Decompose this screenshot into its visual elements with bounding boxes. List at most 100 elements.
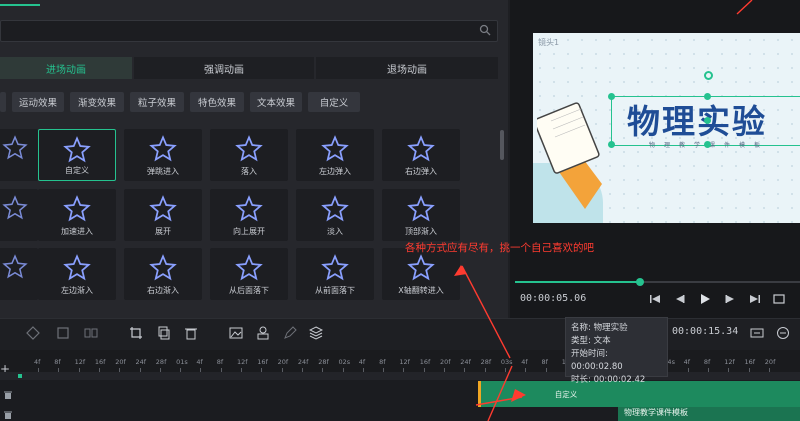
effect-cell[interactable]: 左边渐入 (38, 248, 116, 300)
crop-icon[interactable] (129, 326, 143, 340)
timeline-clip[interactable]: 物理教学课件模板 (618, 407, 800, 421)
keyframe-icon[interactable] (26, 326, 40, 340)
next-frame-icon[interactable] (723, 292, 737, 306)
effect-label: X轴翻转进入 (398, 286, 444, 295)
effect-label: 淡入 (327, 227, 343, 236)
ruler-label: 02s (338, 358, 351, 366)
resize-handle[interactable] (608, 141, 615, 148)
effect-cell[interactable]: 从前面落下 (296, 248, 374, 300)
resize-handle[interactable] (704, 141, 711, 148)
progress-fill (515, 281, 639, 283)
tab-entrance[interactable]: 进场动画 (0, 57, 132, 79)
effect-label: 从前面落下 (315, 286, 355, 295)
effect-cell[interactable]: 右边渐入 (124, 248, 202, 300)
effect-cell[interactable]: 落入 (210, 129, 288, 181)
current-time: 00:00:05.06 (520, 293, 587, 304)
clip-tooltip: 名称: 物理实验 类型: 文本 开始时间: 00:00:02.80 时长: 00… (565, 317, 668, 385)
effect-cell[interactable]: 顶部渐入 (382, 189, 460, 241)
search-icon[interactable] (479, 24, 491, 36)
total-time: 00:00:15.34 (672, 326, 739, 337)
effect-cell[interactable]: X轴翻转进入 (382, 248, 460, 300)
chip-text[interactable]: 文本效果 (250, 92, 302, 112)
trash-icon[interactable] (3, 390, 13, 400)
ruler-label: 16f (94, 358, 106, 366)
preview-canvas[interactable]: 镜头1 物理实验 物理教学课件模板 (533, 33, 800, 223)
effect-label: 弹跳进入 (147, 167, 179, 176)
canvas-title[interactable]: 物理实验 (627, 95, 767, 143)
ruler-label: 8f (703, 358, 711, 366)
mirror-label: 镜头1 (538, 38, 560, 47)
rotate-handle[interactable] (704, 71, 713, 80)
effect-label: 左边渐入 (61, 286, 93, 295)
resize-handle[interactable] (608, 93, 615, 100)
ruler-label: 8f (216, 358, 224, 366)
play-icon[interactable] (698, 292, 712, 306)
chip-cut[interactable] (0, 92, 6, 112)
clip-label: 自定义 (554, 390, 578, 399)
notebook-illustration (537, 102, 602, 209)
chip-particle[interactable]: 粒子效果 (130, 92, 184, 112)
ruler-label: 4f (521, 358, 528, 366)
timeline-ruler[interactable]: 4f 8f 12f 16f 20f 24f 28f 01s 4f 8f 12f 16f 20f 24f 28… (0, 350, 800, 372)
effect-cell[interactable]: 右边弹入 (382, 129, 460, 181)
layers-icon[interactable] (309, 326, 323, 340)
search-input[interactable] (0, 20, 498, 42)
prev-frame-icon[interactable] (673, 292, 687, 306)
star-icon (149, 254, 177, 281)
effect-cell[interactable]: 左边弹入 (296, 129, 374, 181)
mirror-icon[interactable] (84, 326, 98, 340)
star-icon (235, 195, 263, 222)
effect-label: 加速进入 (61, 227, 93, 236)
chip-motion[interactable]: 运动效果 (12, 92, 64, 112)
star-icon (235, 135, 263, 162)
effect-cell[interactable] (0, 189, 38, 241)
effect-cell[interactable] (0, 129, 38, 181)
resize-handle[interactable] (704, 117, 711, 124)
trash-icon[interactable] (3, 410, 13, 420)
effect-cell[interactable]: 淡入 (296, 189, 374, 241)
zoom-out-icon[interactable] (776, 326, 790, 340)
scrollbar[interactable] (500, 130, 504, 160)
frame-icon[interactable] (56, 326, 70, 340)
effect-cell[interactable]: 向上展开 (210, 189, 288, 241)
delete-icon[interactable] (184, 326, 198, 340)
effect-cell[interactable]: 自定义 (38, 129, 116, 181)
ruler-label: 12f (74, 358, 86, 366)
ruler-label: 20f (277, 358, 289, 366)
ruler-label: 16f (419, 358, 431, 366)
tab-exit[interactable]: 退场动画 (316, 57, 498, 79)
stamp-icon[interactable] (256, 326, 270, 340)
ruler-label: 24f (135, 358, 147, 366)
resize-handle[interactable] (704, 93, 711, 100)
skip-start-icon[interactable] (648, 292, 662, 306)
ruler-label: 12f (724, 358, 735, 366)
effect-cell[interactable] (0, 248, 38, 300)
star-icon (235, 254, 263, 281)
star-icon (149, 135, 177, 162)
skip-end-icon[interactable] (748, 292, 762, 306)
ruler-label: 20f (115, 358, 126, 366)
ruler-label: 28f (318, 358, 329, 366)
effect-cell[interactable]: 从后面落下 (210, 248, 288, 300)
track-row (0, 372, 800, 380)
tab-emphasis[interactable]: 强调动画 (134, 57, 314, 79)
image-icon[interactable] (229, 326, 243, 340)
chip-special[interactable]: 特色效果 (190, 92, 244, 112)
star-icon (407, 254, 435, 281)
edit-icon[interactable] (283, 326, 297, 340)
effect-label: 顶部渐入 (405, 227, 437, 236)
chip-gradient[interactable]: 渐变效果 (70, 92, 124, 112)
progress-thumb[interactable] (636, 278, 644, 286)
star-icon (321, 135, 349, 162)
copy-icon[interactable] (157, 326, 171, 340)
chip-custom[interactable]: 自定义 (308, 92, 360, 112)
star-icon (63, 195, 91, 222)
effect-cell[interactable]: 加速进入 (38, 189, 116, 241)
effect-cell[interactable]: 展开 (124, 189, 202, 241)
fit-icon[interactable] (750, 326, 764, 340)
effect-cell[interactable]: 弹跳进入 (124, 129, 202, 181)
fullscreen-icon[interactable] (772, 292, 786, 306)
star-icon (407, 195, 435, 222)
tooltip-name: 名称: 物理实验 (571, 323, 628, 333)
star-icon (407, 135, 435, 162)
